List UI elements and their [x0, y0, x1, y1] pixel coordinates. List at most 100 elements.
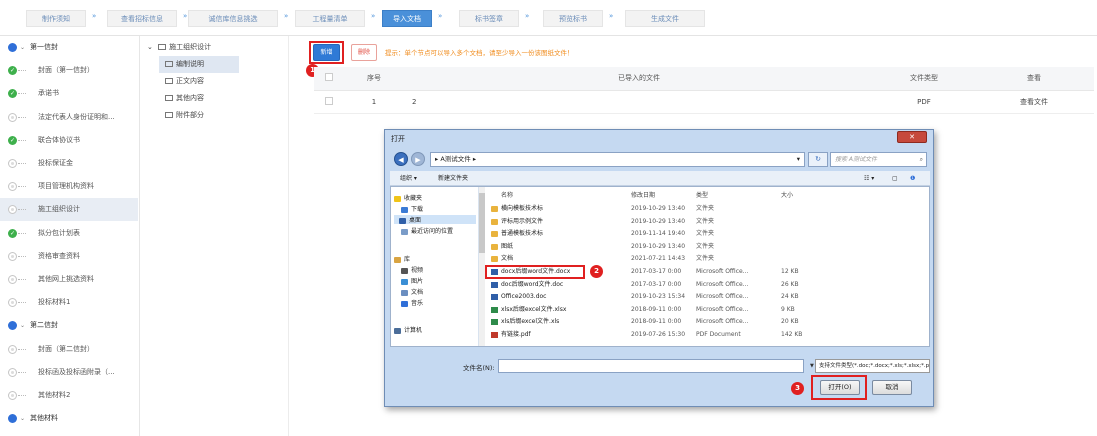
nav-item[interactable]: 下载 — [401, 204, 423, 213]
forward-icon[interactable]: ▶ — [411, 152, 425, 166]
tree-connector — [18, 93, 26, 95]
file-row[interactable]: 普通模板技术标 2019-11-14 19:40 文件夹 — [491, 229, 821, 239]
step-8[interactable]: 生成文件 — [625, 10, 705, 27]
pending-status-icon — [8, 391, 17, 400]
select-all-header[interactable] — [314, 67, 344, 91]
scrollbar-thumb[interactable] — [479, 193, 485, 253]
col-header-date[interactable]: 修改日期 — [631, 190, 655, 199]
file-size: 26 KB — [781, 280, 799, 288]
nav-item[interactable]: 库 — [394, 254, 410, 263]
subtree-root[interactable]: ⌄ 施工组织设计 — [147, 39, 211, 56]
tree-item-label: 投标函及投标函附录（... — [38, 367, 115, 376]
step-4[interactable]: 工程量清单 — [295, 10, 365, 27]
step-3[interactable]: 诚信库信息挑选 — [188, 10, 278, 27]
tree-item-label: 其他材料2 — [38, 391, 71, 399]
step-marker-2: 2 — [590, 265, 603, 278]
nav-item[interactable]: 视频 — [401, 265, 423, 274]
tree-item[interactable]: ✓ 封面（第一信封） — [0, 59, 138, 82]
tree-item[interactable]: 投标保证金 — [0, 152, 138, 175]
step-2[interactable]: 查看招标信息 — [107, 10, 177, 27]
nav-item[interactable]: 桌面 — [394, 215, 476, 224]
step-5[interactable]: 导入文档 — [382, 10, 432, 27]
path-box[interactable]: ▸ A测试文件 ▸ ▾ — [430, 152, 805, 167]
tree-item[interactable]: 法定代表人身份证明和... — [0, 106, 138, 129]
step-7[interactable]: 预览标书 — [543, 10, 603, 27]
filename-input[interactable] — [498, 359, 804, 373]
location-icon — [401, 206, 408, 213]
delete-button[interactable]: 删除 — [351, 44, 377, 61]
subtree-item[interactable]: 其他内容 — [159, 90, 239, 107]
file-row[interactable]: 文档 2021-07-21 14:43 文件夹 — [491, 254, 821, 264]
tree-item[interactable]: 投标函及投标函附录（... — [0, 361, 138, 384]
tree-item[interactable]: 其他材料2 — [0, 384, 138, 407]
chevron-down-icon[interactable]: ⌄ — [20, 314, 25, 337]
folder-icon — [491, 256, 498, 263]
view-file-link[interactable]: 查看文件 — [974, 90, 1094, 114]
tree-connector — [18, 116, 26, 118]
tree-item[interactable]: 施工组织设计 — [0, 198, 138, 222]
tree-connector — [18, 395, 26, 396]
tree-item[interactable]: ✓ 拟分包计划表 — [0, 222, 138, 245]
cancel-button[interactable]: 取消 — [872, 380, 912, 395]
file-size: 24 KB — [781, 293, 799, 301]
search-icon[interactable]: ⌕ — [920, 153, 923, 166]
nav-item[interactable]: 图片 — [401, 276, 423, 285]
step-1[interactable]: 制作须知 — [26, 10, 86, 27]
step-arrow-icon: » — [609, 12, 614, 20]
tree-item[interactable]: ⌄ 其他材料 — [0, 407, 138, 430]
col-header-type[interactable]: 类型 — [696, 190, 708, 199]
step-6[interactable]: 标书签章 — [459, 10, 519, 27]
pending-status-icon — [8, 251, 17, 261]
tree-item[interactable]: ✓ 承诺书 — [0, 82, 138, 105]
filetype-select[interactable]: 支持文件类型(*.doc;*.docx;*.xls;*.xlsx;*.pdf;*… — [815, 359, 930, 373]
subtree-item[interactable]: 附件部分 — [159, 107, 239, 124]
file-row[interactable]: 图纸 2019-10-29 13:40 文件夹 — [491, 242, 821, 252]
organize-menu[interactable]: 组织 ▾ — [400, 171, 417, 186]
preview-pane-icon[interactable]: ▢ — [892, 171, 898, 186]
nav-item[interactable]: 收藏夹 — [394, 193, 422, 202]
filename-dropdown-icon[interactable]: ▼ — [810, 363, 814, 369]
tree-item[interactable]: 投标材料1 — [0, 291, 138, 314]
folder-icon — [165, 95, 173, 101]
file-name: Office2003.doc — [501, 293, 547, 301]
nav-item[interactable]: 最近访问的位置 — [401, 226, 453, 235]
refresh-icon[interactable]: ↻ — [808, 152, 828, 167]
nav-item[interactable]: 计算机 — [394, 325, 422, 334]
nav-item[interactable]: 音乐 — [401, 298, 423, 307]
group-icon — [8, 321, 17, 331]
tree-item[interactable]: ✓ 联合体协议书 — [0, 129, 138, 152]
search-placeholder: 搜索 A测试文件 — [835, 156, 878, 163]
tree-item[interactable]: 项目管理机构资料 — [0, 175, 138, 198]
file-row[interactable]: Office2003.doc 2019-10-23 15:34 Microsoft … — [491, 292, 821, 302]
file-row[interactable]: 横向模板技术标 2019-10-29 13:40 文件夹 — [491, 204, 821, 214]
file-row[interactable]: 评标用示例文件 2019-10-29 13:40 文件夹 — [491, 217, 821, 227]
chevron-down-icon[interactable]: ▾ — [797, 153, 800, 166]
row-checkbox[interactable] — [325, 96, 333, 105]
chevron-down-icon[interactable]: ⌄ — [20, 36, 25, 59]
file-row[interactable]: xls后缀excel文件.xls 2018-09-11 0:00 Microsoft… — [491, 317, 821, 327]
chevron-down-icon[interactable]: ⌄ — [20, 407, 25, 430]
subtree-item[interactable]: 正文内容 — [159, 73, 239, 90]
file-row[interactable]: xlsx后缀excel文件.xlsx 2018-09-11 0:00 Microso… — [491, 305, 821, 315]
new-folder-button[interactable]: 新建文件夹 — [438, 171, 468, 186]
close-icon[interactable]: ✕ — [897, 131, 927, 143]
nav-item[interactable]: 文档 — [401, 287, 423, 296]
col-header-size[interactable]: 大小 — [781, 190, 793, 199]
subtree-item[interactable]: 编制说明 — [159, 56, 239, 73]
back-icon[interactable]: ◀ — [394, 152, 408, 166]
tree-item[interactable]: ⌄ 第一信封 — [0, 36, 138, 59]
checkbox[interactable] — [325, 73, 333, 82]
help-icon[interactable]: ❶ — [910, 171, 915, 186]
file-row[interactable]: 有链接.pdf 2019-07-26 15:30 PDF Document 142 K… — [491, 330, 821, 340]
step-arrow-icon: » — [371, 12, 376, 20]
file-row[interactable]: doc后缀word文件.doc 2017-03-17 0:00 Microsoft … — [491, 280, 821, 290]
tree-item[interactable]: 资格审查资料 — [0, 245, 138, 268]
nav-item-label: 音乐 — [411, 300, 424, 307]
col-header-name[interactable]: 名称 — [501, 190, 513, 199]
tree-item[interactable]: ⌄ 第二信封 — [0, 314, 138, 337]
view-icon[interactable]: ☷ ▾ — [864, 171, 874, 186]
subtree-item-label: 编制说明 — [176, 60, 204, 68]
tree-item[interactable]: 其他网上挑选资料 — [0, 268, 138, 291]
tree-item[interactable]: 封面（第二信封） — [0, 338, 138, 361]
search-input[interactable]: 搜索 A测试文件 ⌕ — [830, 152, 927, 167]
